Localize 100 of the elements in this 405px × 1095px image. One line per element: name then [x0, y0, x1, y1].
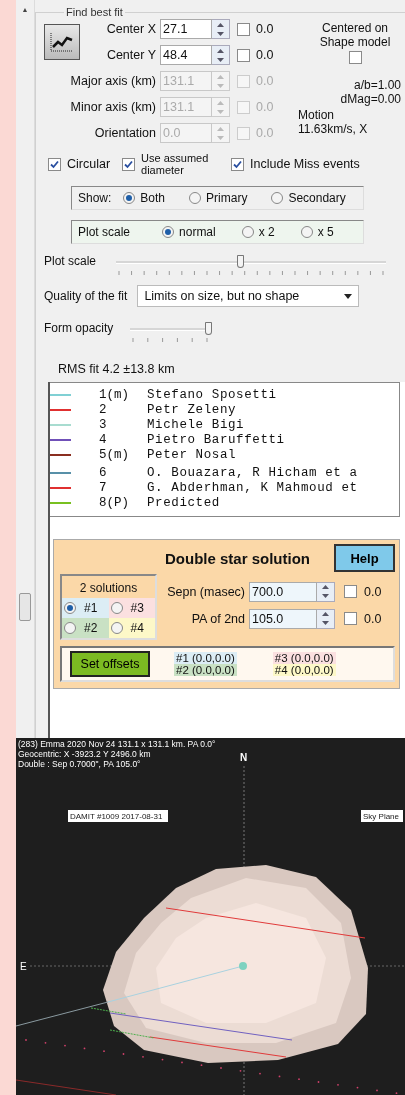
number-field[interactable]: 48.4	[160, 45, 212, 65]
offset-text: #4 (0.0,0.0)	[272, 664, 336, 676]
observer-number: 1(m)	[99, 387, 130, 402]
field-label: Minor axis (km)	[70, 100, 157, 114]
number-field[interactable]: 105.0	[249, 608, 317, 629]
radio-button[interactable]	[300, 226, 313, 238]
solution-option[interactable]: #4	[108, 618, 155, 638]
plot-header-text: Double : Sep 0.7000", PA 105.0°	[18, 759, 141, 769]
value-text: 0.0	[255, 22, 275, 36]
motion-text: 11.63km/s, X	[297, 122, 368, 136]
help-button[interactable]: Help	[334, 544, 395, 572]
panel-title: Double star solution	[165, 549, 310, 567]
group-label: 2 solutions	[62, 576, 155, 598]
checkbox[interactable]	[231, 157, 245, 171]
option-label: Include Miss events	[250, 158, 360, 170]
field-label: PA of 2nd	[191, 611, 246, 626]
checkbox[interactable]	[344, 612, 357, 625]
checkbox[interactable]	[122, 157, 136, 171]
fit-chart-button[interactable]	[44, 24, 80, 60]
field-label: Sepn (masec)	[167, 584, 246, 599]
value-text: 0.0	[255, 74, 275, 88]
observer-number: 2	[99, 402, 108, 417]
observer-number: 6	[99, 465, 108, 480]
field-label: Center Y	[106, 48, 157, 62]
number-field[interactable]: 700.0	[249, 581, 317, 602]
model-label: DAMIT #1009 2017-08-31	[68, 810, 168, 822]
spinner-buttons[interactable]	[317, 608, 335, 629]
observer-name: Petr Zeleny	[147, 402, 237, 417]
rms-fit-text: RMS fit 4.2 ±13.8 km	[58, 362, 176, 376]
offset-text: #1 (0.0,0.0)	[174, 652, 237, 664]
value-text: 0.0	[255, 48, 275, 62]
spinner-buttons[interactable]	[212, 19, 230, 39]
solution-label: #1	[84, 601, 98, 615]
observer-name: Peter Nosal	[147, 447, 237, 462]
radio-button[interactable]	[64, 622, 76, 634]
quality-dropdown[interactable]: Limits on size, but no shape	[137, 285, 360, 307]
checkbox[interactable]	[348, 50, 362, 64]
radio-label: Primary	[206, 191, 248, 205]
observer-number: 4	[99, 432, 108, 447]
solution-option[interactable]: #3	[108, 598, 155, 618]
splitter-handle[interactable]	[19, 593, 31, 621]
offset-text: #2 (0.0,0.0)	[174, 664, 237, 676]
select-label: Quality of the fit	[44, 289, 128, 303]
solution-label: #4	[130, 621, 144, 635]
group-label: Plot scale	[78, 225, 131, 239]
plot-header-text: Geocentric: X -3923.2 Y 2496.0 km	[18, 749, 151, 759]
checkbox[interactable]	[344, 585, 357, 598]
radio-label: x 2	[258, 225, 275, 239]
field-label: Major axis (km)	[70, 74, 157, 88]
radio-button[interactable]	[162, 226, 175, 238]
group-title: Find best fit	[65, 6, 124, 18]
value-text: 0.0	[363, 611, 382, 626]
radio-button[interactable]	[110, 602, 123, 614]
radio-button[interactable]	[123, 192, 136, 204]
slider-thumb[interactable]	[205, 322, 212, 335]
caret-icon	[344, 293, 353, 299]
radio-button[interactable]	[271, 192, 284, 204]
motion-text: Motion	[297, 108, 335, 122]
observer-number: 7	[99, 480, 108, 495]
value-text: 0.0	[363, 584, 382, 599]
spinner-buttons[interactable]	[317, 581, 335, 602]
observer-name: G. Abderhman, K Mahmoud et	[147, 480, 358, 495]
option-label: Use assumed diameter	[141, 152, 210, 176]
observer-number: 5(m)	[99, 447, 130, 462]
solution-option[interactable]: #2	[62, 618, 109, 638]
observer-name: Stefano Sposetti	[147, 387, 277, 402]
radio-button[interactable]	[64, 602, 76, 614]
centered-label: Centered on Shape model	[318, 20, 392, 49]
east-label: E	[20, 961, 27, 972]
solution-option[interactable]: #1	[62, 598, 109, 618]
checkbox[interactable]	[48, 157, 61, 171]
checkbox[interactable]	[237, 22, 250, 36]
offset-text: #3 (0.0,0.0)	[272, 652, 336, 664]
radio-label: normal	[179, 225, 216, 239]
line-chart-icon	[49, 31, 75, 53]
value-text: 0.0	[255, 100, 275, 114]
observer-name: Pietro Baruffetti	[147, 432, 285, 447]
checkbox[interactable]	[237, 48, 250, 62]
observer-number: 8(P)	[99, 495, 130, 510]
info-text: a/b=1.00	[353, 78, 401, 92]
radio-button[interactable]	[189, 192, 202, 204]
observer-name: Michele Bigi	[147, 417, 245, 432]
set-offsets-button[interactable]: Set offsets	[70, 651, 150, 677]
radio-button[interactable]	[241, 226, 254, 238]
spinner-buttons[interactable]	[212, 45, 230, 65]
observer-name: Predicted	[147, 495, 220, 510]
slider-thumb[interactable]	[237, 255, 245, 268]
info-text: dMag=0.00	[340, 92, 401, 106]
slider-label: Plot scale	[44, 254, 98, 268]
radio-label: Both	[140, 191, 166, 205]
solution-label: #2	[84, 621, 98, 635]
plane-label: Sky Plane	[361, 810, 403, 822]
radio-label: Secondary	[288, 191, 346, 205]
observer-number: 3	[99, 417, 108, 432]
group-label: Show:	[78, 191, 112, 205]
option-label: Circular	[67, 158, 111, 170]
radio-label: x 5	[317, 225, 334, 239]
plot-header-text: (283) Emma 2020 Nov 24 131.1 x 131.1 km. PA 0.0°	[18, 739, 216, 749]
number-field[interactable]: 27.1	[160, 19, 212, 39]
radio-button[interactable]	[110, 622, 123, 634]
